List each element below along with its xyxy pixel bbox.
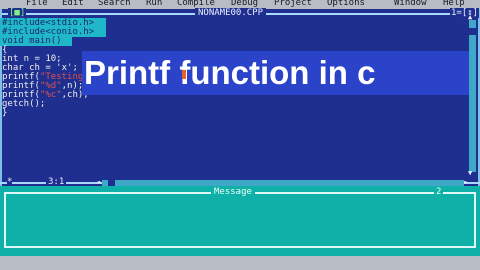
menu-compile[interactable]: Compile	[177, 0, 215, 8]
menu-file[interactable]: File	[26, 0, 48, 8]
menu-window[interactable]: Window	[394, 0, 427, 8]
close-window-button[interactable]: [■]	[8, 8, 27, 18]
menu-debug[interactable]: Debug	[231, 0, 258, 8]
vertical-scrollbar[interactable]	[469, 20, 476, 172]
message-frame-bottom	[4, 246, 476, 248]
status-bar	[0, 256, 480, 270]
scroll-up-arrow-icon[interactable]: ▲	[468, 13, 472, 21]
scroll-right-arrow-icon[interactable]: ►	[464, 178, 468, 186]
window-number-zoom-button[interactable]: 1=[↕]	[450, 8, 480, 18]
menu-search[interactable]: Search	[98, 0, 131, 8]
message-frame-left	[4, 192, 6, 248]
menu-project[interactable]: Project	[274, 0, 312, 8]
scroll-down-arrow-icon[interactable]: ▼	[468, 169, 472, 177]
menu-run[interactable]: Run	[146, 0, 162, 8]
scroll-left-arrow-icon[interactable]: ◄	[96, 178, 100, 186]
menu-edit[interactable]: Edit	[62, 0, 84, 8]
menu-help[interactable]: Help	[443, 0, 465, 8]
vertical-scroll-thumb[interactable]	[469, 28, 476, 35]
message-window-number: 2	[434, 187, 444, 197]
code-line[interactable]: void main()	[0, 37, 72, 46]
message-window-title: Message	[211, 187, 255, 197]
code-line[interactable]: getch();	[2, 100, 45, 109]
text-cursor	[182, 70, 186, 79]
banner-title: Printf function in c	[84, 54, 376, 91]
code-line[interactable]: }	[2, 109, 7, 118]
message-frame-right	[474, 192, 476, 248]
menu-options[interactable]: Options	[327, 0, 365, 8]
editor-filename: NONAME00.CPP	[195, 8, 267, 18]
